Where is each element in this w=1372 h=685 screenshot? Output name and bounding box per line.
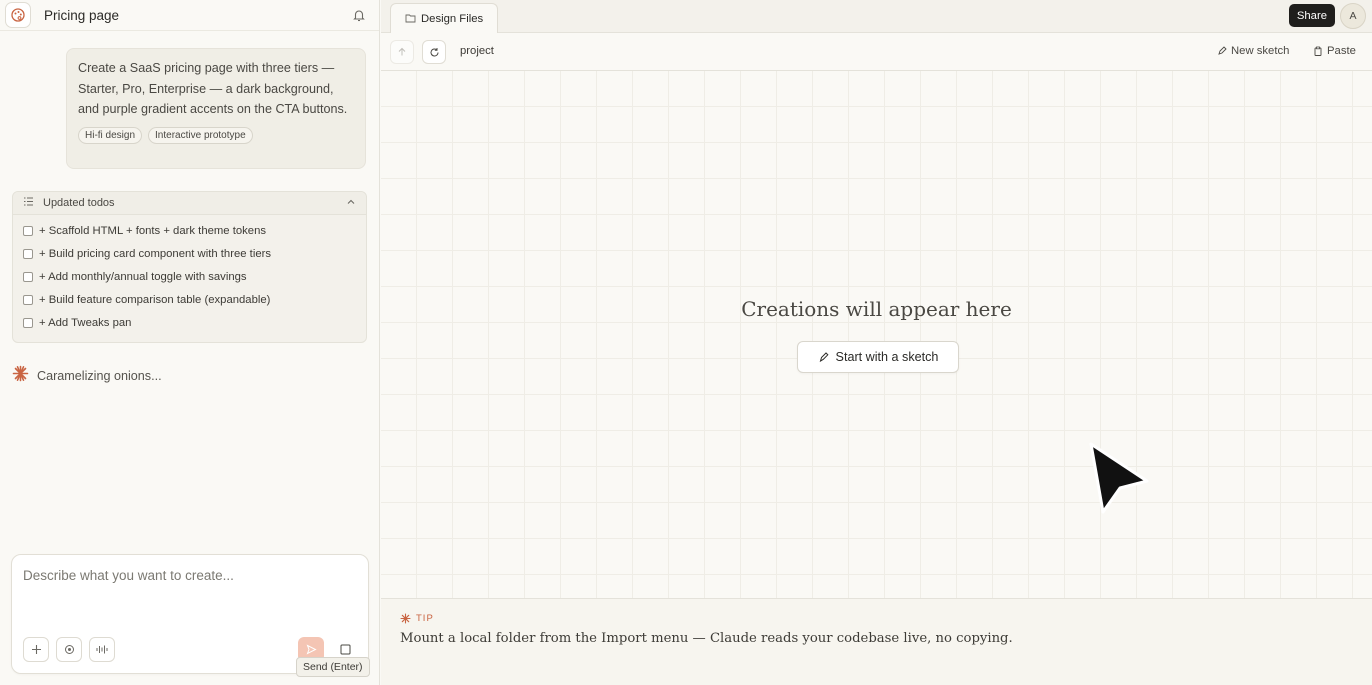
todo-item: + Scaffold HTML + fonts + dark theme tok… [13,219,366,242]
arrow-up-icon[interactable] [390,40,414,64]
file-toolbar: project New sketch Paste [381,33,1372,71]
chat-panel: Pricing page Create a SaaS pricing page … [0,0,380,685]
prompt-input[interactable] [23,568,353,608]
project-title[interactable]: Pricing page [44,8,349,23]
design-panel: Design Files Share A project New sketch … [381,0,1372,685]
avatar[interactable]: A [1340,3,1366,29]
new-sketch-label: New sketch [1231,45,1290,57]
todo-text: + Build feature comparison table (expand… [39,293,271,306]
chevron-up-icon[interactable] [346,194,356,212]
todo-checkbox[interactable] [23,294,33,305]
chat-header: Pricing page [0,0,379,31]
todo-text: + Add monthly/annual toggle with savings [39,270,247,283]
pencil-icon [1218,46,1227,55]
paste-label: Paste [1327,45,1356,57]
user-message: Create a SaaS pricing page with three ti… [66,48,366,169]
spark-icon [12,365,29,387]
pencil-icon [819,351,829,362]
todo-checkbox[interactable] [23,317,33,328]
cursor-icon [1087,441,1151,520]
tip-banner: TIP Mount a local folder from the Import… [381,598,1372,685]
tab-design-files[interactable]: Design Files [390,3,499,33]
todo-checkbox[interactable] [23,248,33,259]
todo-title: Updated todos [43,197,115,209]
waveform-icon[interactable] [89,637,115,662]
tip-text: Mount a local folder from the Import men… [400,631,1013,646]
start-sketch-label: Start with a sketch [835,350,939,364]
tab-bar: Design Files Share A [381,0,1372,33]
todo-header[interactable]: Updated todos [13,192,366,215]
tag-hifi-design: Hi-fi design [78,126,143,144]
stop-icon [340,644,350,655]
bell-icon[interactable] [349,5,369,25]
todo-item: + Build feature comparison table (expand… [13,288,366,311]
palette-icon[interactable] [5,2,31,28]
folder-icon [405,10,416,28]
tip-label: TIP [400,613,434,624]
message-tags: Hi-fi design Interactive prototype [78,126,354,144]
share-button[interactable]: Share [1288,4,1335,27]
todo-checkbox[interactable] [23,225,33,236]
todo-text: + Add Tweaks pan [39,316,132,329]
breadcrumb[interactable]: project [460,45,494,57]
new-sketch-button[interactable]: New sketch [1217,45,1289,57]
user-message-text: Create a SaaS pricing page with three ti… [78,61,348,116]
todo-item: + Build pricing card component with thre… [13,242,366,265]
todo-item: + Add Tweaks pan [13,311,366,334]
todo-item: + Add monthly/annual toggle with savings [13,265,366,288]
todo-text: + Scaffold HTML + fonts + dark theme tok… [39,224,266,237]
paste-button[interactable]: Paste [1313,45,1356,57]
target-icon[interactable] [56,637,82,662]
tip-label-text: TIP [416,613,434,624]
status-indicator: Caramelizing onions... [12,365,162,387]
plus-icon[interactable] [23,637,49,662]
tag-interactive-prototype: Interactive prototype [148,126,253,144]
refresh-icon[interactable] [422,40,446,64]
send-icon [306,644,317,655]
todo-checkbox[interactable] [23,271,33,282]
tab-label: Design Files [421,12,484,25]
checklist-icon [23,194,34,212]
status-text: Caramelizing onions... [37,369,162,383]
todo-text: + Build pricing card component with thre… [39,247,272,260]
todo-list: + Scaffold HTML + fonts + dark theme tok… [13,215,366,334]
start-sketch-button[interactable]: Start with a sketch [797,341,959,373]
spark-icon [400,613,411,624]
send-tooltip: Send (Enter) [296,657,370,677]
canvas[interactable]: Creations will appear here Start with a … [381,71,1372,598]
clipboard-icon [1314,46,1322,56]
todo-card: Updated todos + Scaffold HTML + fonts + … [12,191,367,343]
composer [11,554,369,674]
empty-state-title: Creations will appear here [741,297,1012,321]
